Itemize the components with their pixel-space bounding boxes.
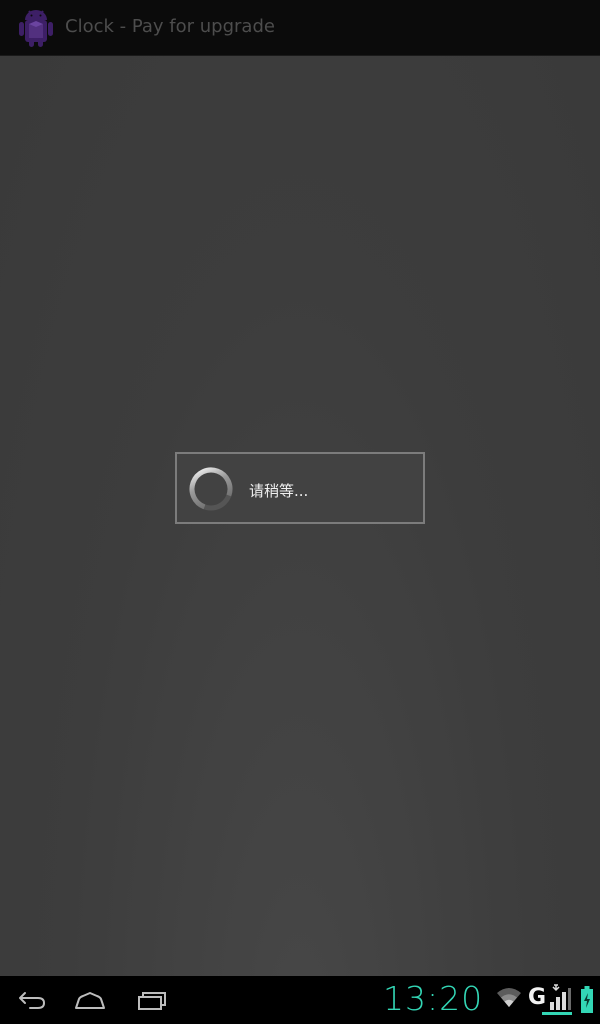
back-icon[interactable] (12, 984, 52, 1016)
battery-charging-icon (581, 986, 593, 1013)
recent-apps-icon[interactable] (132, 984, 172, 1016)
signal-icon (542, 984, 572, 1015)
android-robot-icon (19, 10, 53, 47)
app-screen: Clock - Pay for upgrade 请稍等... 13:20 G (0, 0, 600, 1024)
home-icon[interactable] (70, 984, 110, 1016)
status-clock: 13:20 (383, 979, 484, 1018)
loading-spinner-icon (189, 467, 233, 511)
system-bar: 13:20 G (0, 976, 600, 1024)
progress-dialog: 请稍等... (175, 452, 425, 524)
app-title: Clock - Pay for upgrade (65, 16, 275, 37)
dialog-message: 请稍等... (249, 482, 309, 500)
title-bar: Clock - Pay for upgrade (0, 0, 600, 56)
wifi-icon (497, 988, 521, 1007)
